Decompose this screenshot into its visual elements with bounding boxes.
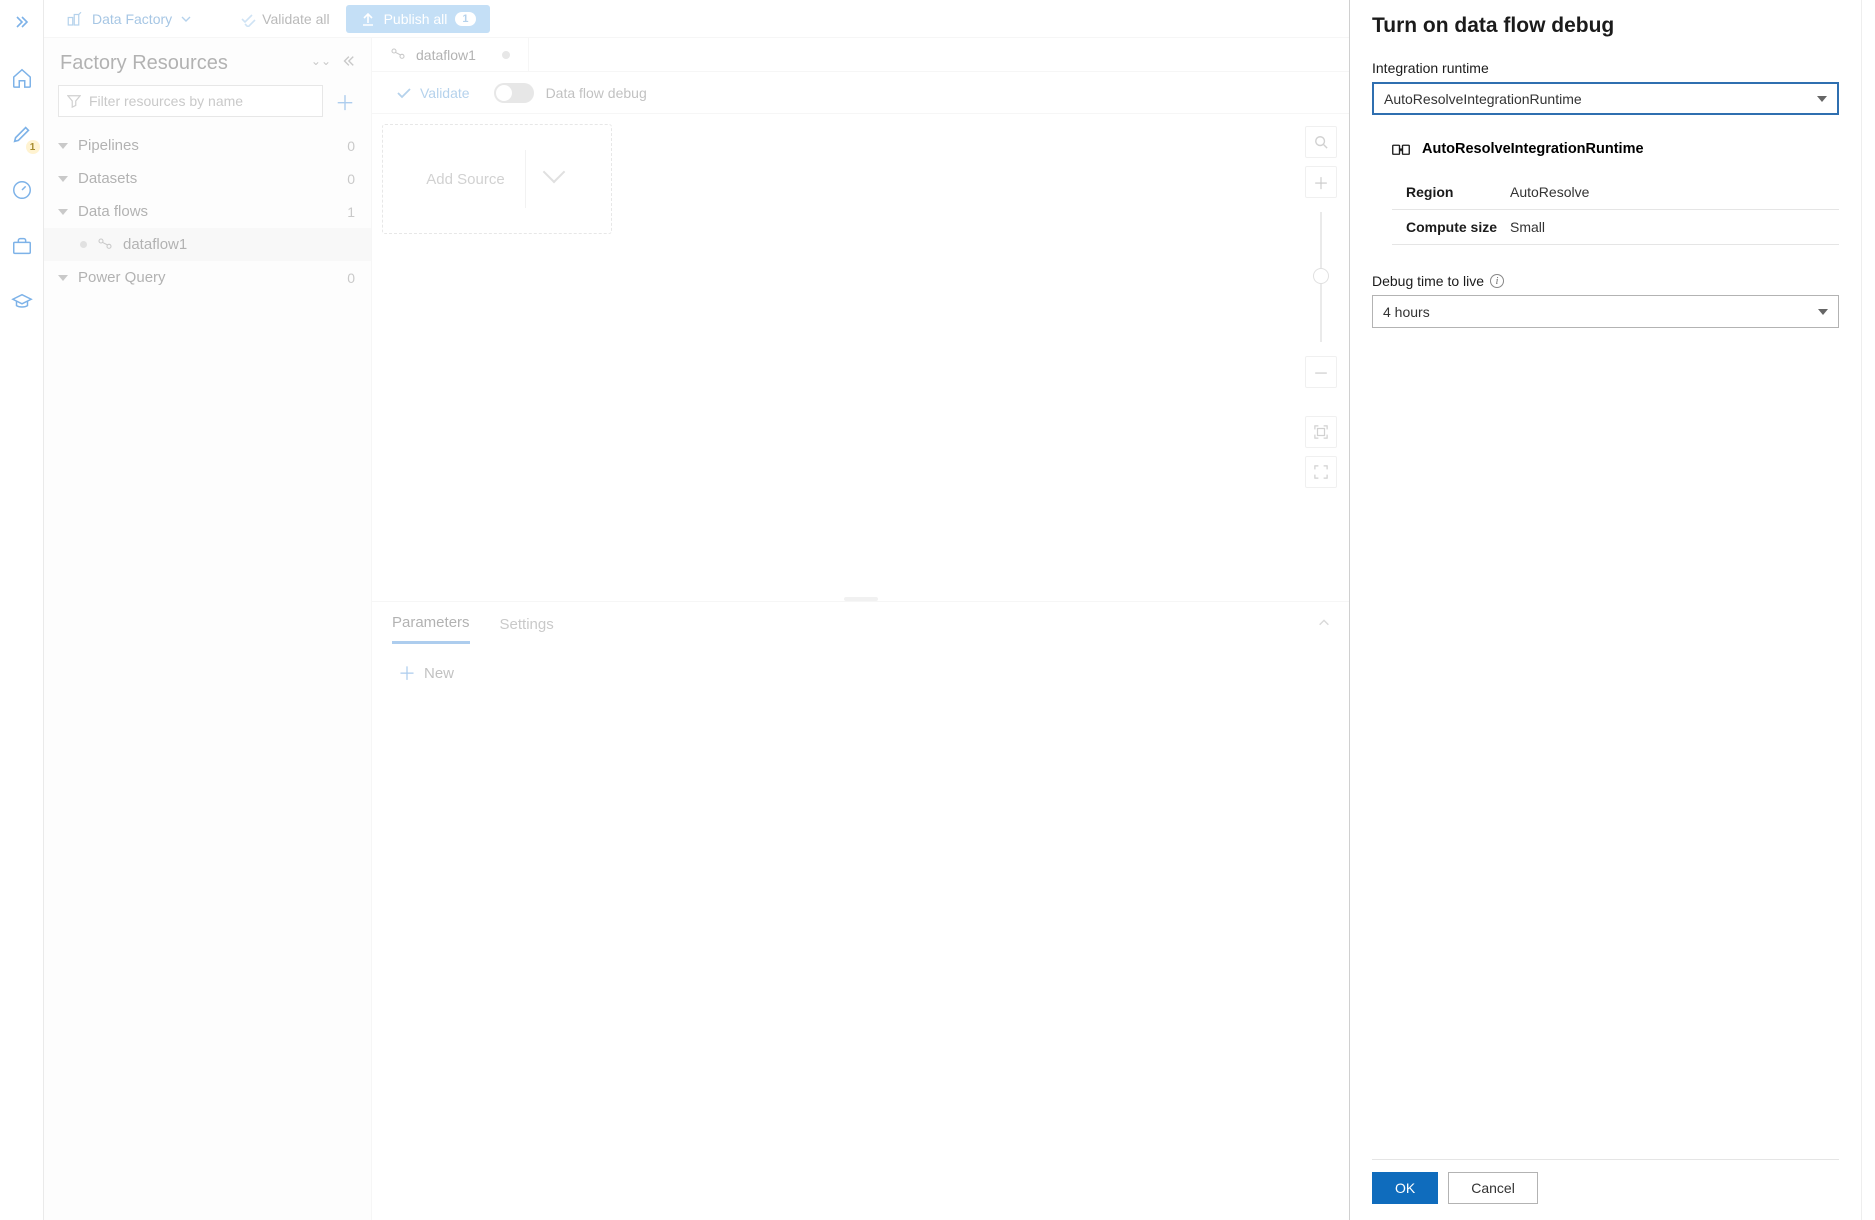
search-canvas-button[interactable] — [1305, 126, 1337, 158]
publish-all-label: Publish all — [384, 11, 448, 27]
dataflow-icon — [390, 47, 406, 63]
validate-all-button[interactable]: Validate all — [230, 7, 339, 31]
debug-ttl-select[interactable]: 4 hours — [1372, 295, 1839, 328]
ir-field-label: Integration runtime — [1372, 60, 1839, 76]
scrollbar-gutter — [1861, 0, 1875, 1220]
canvas-column: dataflow1 Validate Data flow debug Add S… — [372, 38, 1349, 1220]
canvas-toolbar: Validate Data flow debug — [372, 72, 1349, 114]
bottom-properties-panel: Parameters Settings ＋ New — [372, 601, 1349, 1220]
zoom-out-button[interactable]: － — [1305, 356, 1337, 388]
zoom-slider-thumb[interactable] — [1313, 268, 1329, 284]
zoom-slider[interactable] — [1320, 212, 1322, 342]
resource-tree: Pipelines 0 Datasets 0 Data flows 1 data… — [44, 125, 371, 298]
monitor-gauge-icon[interactable] — [6, 174, 38, 206]
manage-toolbox-icon[interactable] — [6, 230, 38, 262]
kv-region: Region AutoResolve — [1392, 175, 1839, 210]
tree-group-dataflows[interactable]: Data flows 1 — [44, 195, 371, 228]
canvas-zoom-controls: ＋ － — [1305, 126, 1337, 488]
upload-icon — [360, 11, 376, 27]
integration-runtime-select[interactable]: AutoResolveIntegrationRuntime — [1372, 82, 1839, 115]
resources-title: Factory Resources — [60, 52, 228, 75]
validate-button[interactable]: Validate — [396, 85, 470, 101]
pencil-badge: 1 — [26, 140, 40, 154]
publish-all-button[interactable]: Publish all 1 — [346, 5, 490, 33]
zoom-in-button[interactable]: ＋ — [1305, 166, 1337, 198]
cancel-button[interactable]: Cancel — [1448, 1172, 1538, 1204]
debug-config-panel: Turn on data flow debug Integration runt… — [1349, 0, 1861, 1220]
top-toolbar: Data Factory Validate all Publish all 1 — [44, 0, 1349, 38]
chevron-down-icon — [1818, 309, 1828, 315]
tab-dataflow1[interactable]: dataflow1 — [372, 38, 529, 71]
new-parameter-button[interactable]: ＋ New — [398, 660, 1323, 686]
chevron-down-icon — [180, 13, 192, 25]
dataflow-debug-label: Data flow debug — [546, 85, 647, 101]
tab-dirty-indicator[interactable] — [502, 51, 510, 59]
collapse-panel-button[interactable] — [1317, 616, 1331, 635]
add-resource-button[interactable]: ＋ — [333, 89, 357, 113]
author-pencil-icon[interactable]: 1 — [6, 118, 38, 150]
ir-detail-name: AutoResolveIntegrationRuntime — [1422, 141, 1644, 157]
unsaved-dot-icon — [80, 241, 87, 248]
fit-to-screen-button[interactable] — [1305, 416, 1337, 448]
home-icon[interactable] — [6, 62, 38, 94]
panel-title: Turn on data flow debug — [1372, 14, 1839, 38]
dataflow-icon — [97, 237, 113, 253]
chevron-down-icon — [1817, 96, 1827, 102]
validate-all-label: Validate all — [262, 11, 329, 27]
checkmark-stack-icon — [240, 11, 256, 27]
tab-parameters[interactable]: Parameters — [392, 604, 470, 644]
caret-icon — [58, 143, 68, 149]
fullscreen-button[interactable] — [1305, 456, 1337, 488]
dataflow-debug-toggle[interactable] — [494, 83, 534, 103]
tree-group-powerquery[interactable]: Power Query 0 — [44, 261, 371, 294]
double-chevron-down-icon[interactable]: ⌄⌄ — [311, 54, 331, 73]
caret-icon — [58, 176, 68, 182]
tree-group-datasets[interactable]: Datasets 0 — [44, 162, 371, 195]
caret-icon — [58, 275, 68, 281]
left-nav-rail: 1 — [0, 0, 44, 1220]
kv-compute-size: Compute size Small — [1392, 210, 1839, 245]
plus-icon: ＋ — [398, 660, 416, 686]
ttl-field-label: Debug time to live i — [1372, 273, 1839, 289]
tab-settings[interactable]: Settings — [500, 606, 554, 643]
tree-group-pipelines[interactable]: Pipelines 0 — [44, 129, 371, 162]
panel-footer: OK Cancel — [1372, 1159, 1839, 1220]
dataflow-canvas[interactable]: Add Source ＋ － — [372, 114, 1349, 601]
filter-icon — [67, 94, 81, 108]
main-dimmed-area: Data Factory Validate all Publish all 1 … — [44, 0, 1349, 1220]
expand-rail-button[interactable] — [6, 6, 38, 38]
publish-count-badge: 1 — [455, 12, 475, 26]
chevron-down-icon[interactable] — [546, 168, 568, 190]
collapse-panel-icon[interactable] — [341, 54, 355, 73]
integration-runtime-icon — [1392, 141, 1410, 157]
tree-item-dataflow1[interactable]: dataflow1 — [44, 228, 371, 261]
ok-button[interactable]: OK — [1372, 1172, 1438, 1204]
filter-placeholder: Filter resources by name — [89, 93, 243, 109]
breadcrumb-label: Data Factory — [92, 11, 172, 27]
learn-graduation-icon[interactable] — [6, 286, 38, 318]
tab-label: dataflow1 — [416, 47, 476, 63]
checkmark-icon — [396, 85, 412, 101]
info-icon[interactable]: i — [1490, 274, 1504, 288]
factory-resources-panel: Factory Resources ⌄⌄ Filter resources by… — [44, 38, 372, 1220]
panel-drag-handle[interactable] — [844, 597, 878, 601]
integration-runtime-details: AutoResolveIntegrationRuntime Region Aut… — [1372, 141, 1839, 245]
editor-tab-bar: dataflow1 — [372, 38, 1349, 72]
add-source-node[interactable]: Add Source — [382, 124, 612, 234]
filter-resources-input[interactable]: Filter resources by name — [58, 85, 323, 117]
caret-icon — [58, 209, 68, 215]
breadcrumb-data-factory[interactable]: Data Factory — [58, 6, 200, 32]
